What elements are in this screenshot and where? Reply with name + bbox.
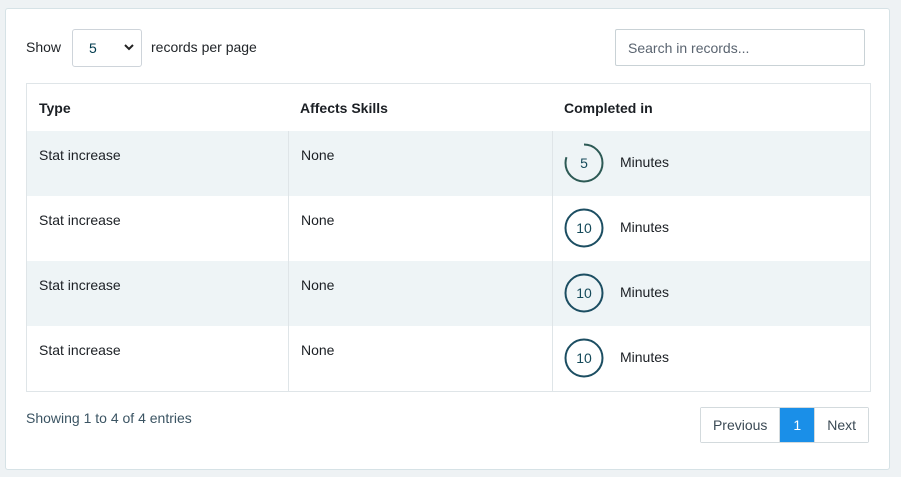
cell-affects-skills: None: [288, 261, 552, 326]
cell-affects-skills: None: [288, 196, 552, 261]
cell-type: Stat increase: [27, 326, 288, 391]
header-cell-affects-skills[interactable]: Affects Skills: [288, 84, 552, 131]
cell-type: Stat increase: [27, 196, 288, 261]
cell-affects-skills: None: [288, 326, 552, 391]
cell-completed-in: 10 Minutes: [552, 326, 870, 391]
column-header-type: Type: [39, 100, 71, 116]
cell-affects-skills: None: [288, 131, 552, 196]
type-value: Stat increase: [39, 277, 121, 293]
page-1-button[interactable]: 1: [780, 408, 815, 442]
minutes-value: 10: [576, 220, 592, 236]
header-cell-type[interactable]: Type: [27, 84, 288, 131]
minutes-unit: Minutes: [620, 219, 670, 235]
type-value: Stat increase: [39, 147, 121, 163]
next-page-button[interactable]: Next: [814, 408, 868, 442]
records-table: Type Affects Skills Completed in Stat in…: [26, 83, 871, 392]
cell-completed-in: 10 Minutes: [552, 261, 870, 326]
cell-completed-in: 5 Minutes: [552, 131, 870, 196]
minutes-unit: Minutes: [620, 154, 670, 170]
search-input[interactable]: [615, 29, 865, 66]
cell-type: Stat increase: [27, 131, 288, 196]
column-header-completed-in: Completed in: [564, 100, 653, 116]
page-size-select[interactable]: 5: [72, 29, 142, 67]
affects-skills-value: None: [301, 277, 335, 293]
cell-completed-in: 10 Minutes: [552, 196, 870, 261]
previous-page-button[interactable]: Previous: [700, 408, 781, 442]
type-value: Stat increase: [39, 342, 121, 358]
cell-type: Stat increase: [27, 261, 288, 326]
column-header-affects-skills: Affects Skills: [300, 100, 388, 116]
table-header-row: Type Affects Skills Completed in: [27, 84, 870, 132]
minutes-value: 5: [580, 155, 588, 171]
table-row: Stat increase None 10 Minutes: [27, 196, 870, 261]
affects-skills-value: None: [301, 342, 335, 358]
table-row: Stat increase None 10 Minutes: [27, 326, 870, 391]
table-row: Stat increase None 5 Minutes: [27, 131, 870, 196]
entries-info: Showing 1 to 4 of 4 entries: [26, 410, 192, 426]
type-value: Stat increase: [39, 212, 121, 228]
header-cell-completed-in[interactable]: Completed in: [552, 84, 870, 131]
affects-skills-value: None: [301, 212, 335, 228]
minutes-unit: Minutes: [620, 284, 670, 300]
records-per-page-label: records per page: [151, 39, 257, 55]
chevron-down-icon: [124, 44, 134, 51]
affects-skills-value: None: [301, 147, 335, 163]
minutes-value: 10: [576, 350, 592, 366]
table-controls: Show 5 records per page: [26, 29, 865, 67]
table-row: Stat increase None 10 Minutes: [27, 261, 870, 326]
records-panel: Show 5 records per page Type Affects Ski…: [5, 8, 890, 470]
pagination: Previous 1 Next: [699, 407, 869, 443]
minutes-value: 10: [576, 285, 592, 301]
show-label: Show: [26, 39, 62, 55]
minutes-unit: Minutes: [620, 349, 670, 365]
page-size-value: 5: [89, 40, 97, 56]
